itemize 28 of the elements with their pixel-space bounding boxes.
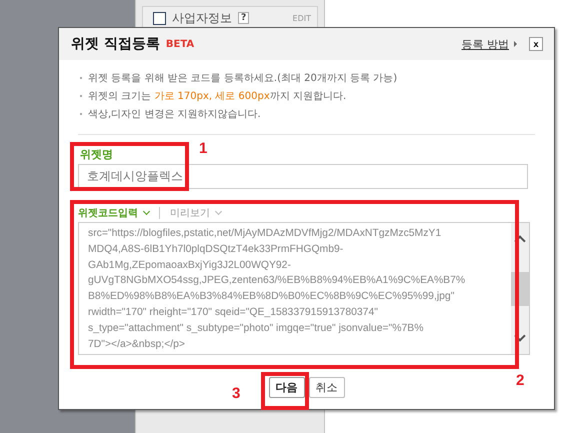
item-label: 사업자정보 xyxy=(172,10,232,26)
code-field[interactable] xyxy=(78,222,530,355)
step-number: 2 xyxy=(516,372,524,389)
step-number: 1 xyxy=(199,140,208,157)
code-line: rwidth="170" rheight="170" sqeid="QE_158337915913780374" xyxy=(88,306,379,320)
code-line: 7D"></a>&nbsp;</p> xyxy=(88,338,186,352)
highlight-frame xyxy=(261,372,309,410)
code-line: MDQ4,A8S-6lB1Yh7l0plqDSQtzT4ek33PrmFHGQmb9- xyxy=(88,242,344,257)
beta-label: BETA xyxy=(166,38,194,50)
code-line: s_type="attachment" s_subtype="photo" imgqe="true" jsonvalue="%7B% xyxy=(88,322,424,336)
note-text: 위젯의 크기는 가로 170px, 세로 600px까지 지원합니다. xyxy=(80,88,535,106)
code-line: src="https://blogfiles,pstatic,net/MjAyMDAzMDVfMjg2/MDAxNTgzMzc5MzY1 xyxy=(88,227,442,241)
code-line: GAb1Mg,ZEpomaoaxBxjYig3J2L00WQY92- xyxy=(88,258,292,273)
help-badge[interactable]: ? xyxy=(238,12,250,24)
code-line: B8%ED%98%B8%EA%B3%84%EB%8D%B0%EC%8B%9C%EC%95%99,jpg" xyxy=(88,290,456,304)
close-button[interactable]: x xyxy=(529,37,543,51)
dialog-title: 위젯 직접등록 xyxy=(71,35,160,53)
checkbox[interactable] xyxy=(153,12,166,24)
field-label: 위젯명 xyxy=(80,147,113,162)
cancel-button[interactable]: 취소 xyxy=(308,377,344,398)
note-text: 위젯 등록을 위해 받은 코드를 등록하세요.(최대 20개까지 등록 가능) xyxy=(80,70,535,88)
next-button[interactable]: 다음 xyxy=(268,377,304,398)
step-number: 3 xyxy=(232,385,240,402)
note-text: 색상,디자인 변경은 지원하지않습니다. xyxy=(80,106,535,124)
triangle-icon xyxy=(514,41,517,47)
name-field[interactable]: 호계데시앙플렉스 xyxy=(78,164,528,189)
help-link[interactable]: 등록 방법 xyxy=(462,36,509,52)
code-line: gUVgT8NGbMXO54ssg,JPEG,zenten63/%EB%B8%94%EB%A1%9C%EA%B7% xyxy=(88,274,466,288)
